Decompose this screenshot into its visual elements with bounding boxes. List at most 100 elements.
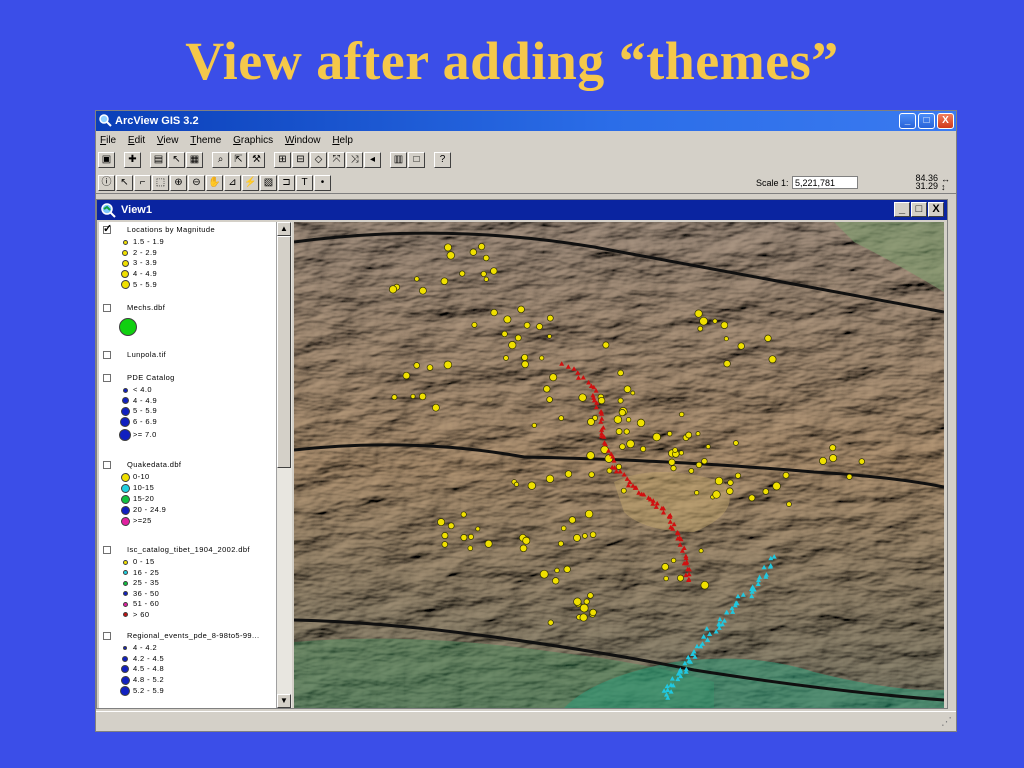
magnitude-point <box>546 314 554 322</box>
zoom-selected-icon[interactable]: ◇ <box>310 152 327 168</box>
theme-visibility-checkbox[interactable] <box>103 304 111 312</box>
magnitude-point <box>539 355 545 361</box>
select-feature-icon[interactable]: ⬚ <box>152 175 169 191</box>
draw-point-icon[interactable]: • <box>314 175 331 191</box>
menu-edit[interactable]: Edit <box>128 135 145 146</box>
menu-help[interactable]: Help <box>332 135 353 146</box>
clear-selection-icon[interactable]: □ <box>408 152 425 168</box>
resize-grip-icon[interactable]: ⋰ <box>941 715 952 728</box>
magnitude-point <box>782 471 790 479</box>
legend-symbol <box>121 259 129 267</box>
coordinate-readout: 84.36 31.29 <box>914 174 938 191</box>
theme-visibility-checkbox[interactable] <box>103 546 111 554</box>
coordinate-arrows-icon: ↔ ↕ <box>941 174 950 192</box>
select-features-icon[interactable]: ▥ <box>390 152 407 168</box>
legend-label: 51 - 60 <box>133 599 160 608</box>
help-icon[interactable]: ? <box>434 152 451 168</box>
magnitude-point <box>699 316 708 326</box>
legend-symbol <box>122 601 128 607</box>
identify-icon[interactable]: ⓘ <box>98 175 115 191</box>
zoom-in-icon[interactable]: ⊕ <box>170 175 187 191</box>
save-project-icon[interactable]: ▣ <box>98 152 115 168</box>
menu-file[interactable]: File <box>100 135 116 146</box>
magnitude-point <box>391 394 398 401</box>
theme-visibility-checkbox[interactable] <box>103 222 113 235</box>
view-maximize-button[interactable]: □ <box>911 202 927 217</box>
legend-label: 36 - 50 <box>133 588 160 598</box>
magnitude-point <box>584 509 594 519</box>
magnitude-point <box>597 396 606 405</box>
magnitude-point <box>626 439 635 449</box>
view1-titlebar[interactable]: View1 _ □ X <box>97 200 947 220</box>
query-builder-icon[interactable]: ⚒ <box>248 152 265 168</box>
magnitude-point <box>557 540 564 547</box>
zoom-in-fixed-icon[interactable]: ⤧ <box>328 152 345 168</box>
locate-address-icon[interactable]: ⇱ <box>230 152 247 168</box>
menu-window[interactable]: Window <box>285 135 321 146</box>
magnitude-point <box>727 479 734 486</box>
zoom-full-extent-icon[interactable]: ⊞ <box>274 152 291 168</box>
menu-graphics[interactable]: Graphics <box>233 135 273 146</box>
theme-visibility-checkbox[interactable] <box>103 351 111 359</box>
magnitude-point <box>508 341 517 350</box>
area-of-interest-icon[interactable]: ▧ <box>260 175 277 191</box>
view-minimize-button[interactable]: _ <box>894 202 910 217</box>
legend-symbol <box>122 570 128 575</box>
add-theme-icon[interactable]: ✚ <box>124 152 141 168</box>
map-display[interactable] <box>294 222 944 708</box>
legend-label: 4 - 4.9 <box>133 268 158 278</box>
toc-scrollbar[interactable]: ▲ ▼ <box>276 222 292 708</box>
legend-label: 4.2 - 4.5 <box>133 653 165 663</box>
magnitude-point <box>589 531 597 538</box>
button-bar: ▣ ✚ ▤ ↖ ▦ ⌕ ⇱ ⚒ ⊞ ⊟ ◇ ⤧ ⤨ ◂ ▥ □ ? <box>98 151 452 169</box>
zoom-previous-icon[interactable]: ◂ <box>364 152 381 168</box>
magnitude-point <box>418 392 427 401</box>
legend-class: 20 - 24.9 <box>120 505 166 515</box>
zoom-out-icon[interactable]: ⊖ <box>188 175 205 191</box>
terrain-map[interactable] <box>294 222 944 708</box>
legend-class: 4.8 - 5.2 <box>120 675 164 685</box>
magnitude-point <box>471 321 478 328</box>
scroll-down-icon[interactable]: ▼ <box>277 694 291 708</box>
magnitude-point <box>579 613 588 622</box>
theme-name: Mechs.dbf <box>127 303 166 312</box>
scale-input[interactable]: 5,221,781 <box>792 176 858 189</box>
magnitude-point <box>573 597 582 606</box>
open-table-icon[interactable]: ▦ <box>186 152 203 168</box>
vertex-edit-icon[interactable]: ⌐ <box>134 175 151 191</box>
zoom-out-fixed-icon[interactable]: ⤨ <box>346 152 363 168</box>
menu-view[interactable]: View <box>157 135 179 146</box>
scroll-thumb[interactable] <box>277 236 291 468</box>
zoom-active-theme-icon[interactable]: ⊟ <box>292 152 309 168</box>
legend-symbol <box>120 280 130 289</box>
close-button[interactable]: X <box>937 113 954 129</box>
magnitude-point <box>712 490 721 499</box>
magnitude-point <box>705 444 711 450</box>
find-icon[interactable]: ⌕ <box>212 152 229 168</box>
legend-symbol <box>122 612 128 617</box>
theme-visibility-checkbox[interactable] <box>103 632 111 640</box>
minimize-button[interactable]: _ <box>899 113 916 129</box>
edit-legend-icon[interactable]: ↖ <box>168 152 185 168</box>
magnitude-point <box>685 431 693 439</box>
pointer-icon[interactable]: ↖ <box>116 175 133 191</box>
theme-visibility-checkbox[interactable] <box>103 374 111 382</box>
menu-theme[interactable]: Theme <box>190 135 221 146</box>
magnitude-point <box>521 353 529 361</box>
pan-icon[interactable]: ✋ <box>206 175 223 191</box>
view-close-button[interactable]: X <box>928 202 944 217</box>
label-icon[interactable]: ⊐ <box>278 175 295 191</box>
magnitude-point <box>543 385 551 393</box>
theme-visibility-checkbox[interactable] <box>103 461 111 469</box>
text-icon[interactable]: T <box>296 175 313 191</box>
legend-label: 2 - 2.9 <box>133 247 158 257</box>
window-titlebar[interactable]: ArcView GIS 3.2 _ □ X <box>96 111 956 131</box>
measure-icon[interactable]: ⊿ <box>224 175 241 191</box>
theme-properties-icon[interactable]: ▤ <box>150 152 167 168</box>
hotlink-icon[interactable]: ⚡ <box>242 175 259 191</box>
scroll-up-icon[interactable]: ▲ <box>277 222 291 236</box>
magnitude-point <box>617 369 624 377</box>
maximize-button[interactable]: □ <box>918 113 935 129</box>
legend-label: 10-15 <box>133 483 155 492</box>
legend-label: >= 7.0 <box>133 430 157 439</box>
